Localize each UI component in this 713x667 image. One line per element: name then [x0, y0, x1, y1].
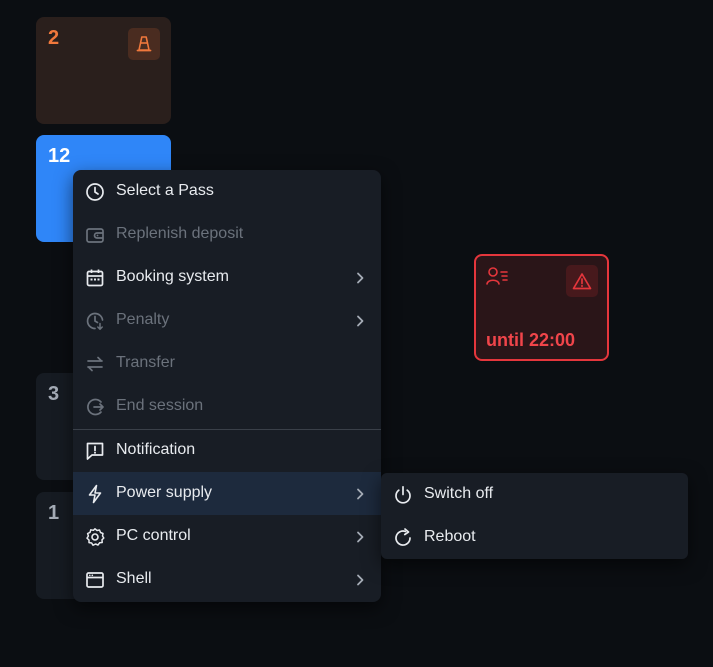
menu-item-end-session[interactable]: End session	[73, 385, 381, 428]
menu-item-replenish-deposit[interactable]: Replenish deposit	[73, 213, 381, 256]
chevron-right-icon	[355, 314, 365, 332]
warning-triangle-icon	[572, 273, 592, 290]
chevron-right-icon	[355, 573, 365, 591]
reboot-icon	[392, 527, 413, 548]
tile-number: 2	[48, 27, 60, 49]
power-icon	[392, 484, 413, 505]
traffic-cone-icon	[136, 36, 152, 52]
traffic-cone-badge	[128, 28, 160, 60]
menu-item-booking-system[interactable]: Booking system	[73, 256, 381, 299]
submenu-item-label: Reboot	[424, 528, 476, 545]
calendar-icon	[84, 267, 105, 288]
tile-number: 3	[48, 383, 60, 405]
message-alert-icon	[84, 440, 105, 461]
menu-item-label: Transfer	[116, 354, 175, 371]
window-icon	[84, 569, 105, 590]
computer-tile-alert[interactable]: until 22:00	[474, 254, 609, 361]
tile-number: 12	[48, 145, 71, 167]
menu-item-label: PC control	[116, 527, 191, 544]
menu-item-label: Notification	[116, 441, 196, 458]
power-supply-submenu: Switch off Reboot	[381, 473, 688, 559]
stage: 2 12 3 1 until 22:00 Select a Pass Reple…	[0, 0, 713, 667]
warning-badge	[566, 265, 598, 297]
clock-down-icon	[84, 310, 105, 331]
menu-item-notification[interactable]: Notification	[73, 429, 381, 472]
menu-item-label: Shell	[116, 570, 152, 587]
menu-item-label: Penalty	[116, 311, 170, 328]
menu-item-select-pass[interactable]: Select a Pass	[73, 170, 381, 213]
computer-tile-2[interactable]: 2	[36, 17, 171, 124]
chevron-right-icon	[355, 271, 365, 289]
context-menu: Select a Pass Replenish deposit Booking …	[73, 170, 381, 602]
logout-circle-icon	[84, 396, 105, 417]
menu-item-transfer[interactable]: Transfer	[73, 342, 381, 385]
chevron-right-icon	[355, 530, 365, 548]
menu-item-pc-control[interactable]: PC control	[73, 515, 381, 558]
submenu-item-reboot[interactable]: Reboot	[381, 516, 688, 559]
menu-item-label: Replenish deposit	[116, 225, 244, 242]
submenu-item-label: Switch off	[424, 485, 494, 502]
menu-item-power-supply[interactable]: Power supply	[73, 472, 381, 515]
menu-item-label: End session	[116, 397, 204, 414]
chevron-right-icon	[355, 487, 365, 505]
clock-icon	[84, 181, 105, 202]
until-time-label: until 22:00	[486, 330, 576, 350]
user-list-icon	[486, 267, 508, 285]
gear-icon	[84, 526, 105, 547]
menu-item-label: Booking system	[116, 268, 229, 285]
menu-item-penalty[interactable]: Penalty	[73, 299, 381, 342]
menu-item-label: Power supply	[116, 484, 213, 501]
menu-item-label: Select a Pass	[116, 182, 214, 199]
menu-item-shell[interactable]: Shell	[73, 558, 381, 601]
tile-number: 1	[48, 502, 60, 524]
submenu-item-switch-off[interactable]: Switch off	[381, 473, 688, 516]
lightning-icon	[84, 483, 105, 504]
wallet-icon	[84, 224, 105, 245]
transfer-arrows-icon	[84, 353, 105, 374]
